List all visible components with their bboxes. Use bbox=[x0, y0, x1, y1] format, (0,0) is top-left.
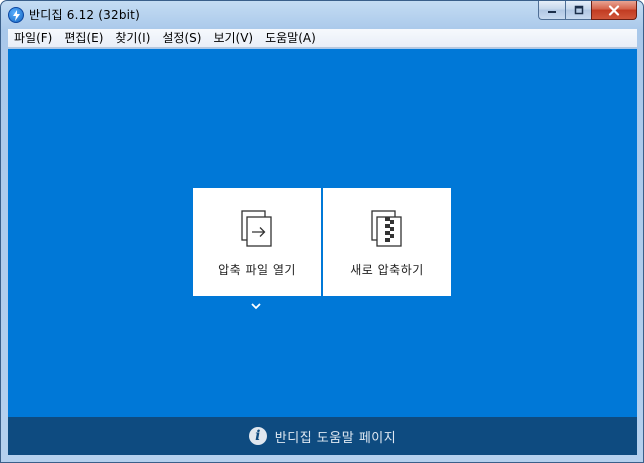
help-page-link[interactable]: i 반디집 도움말 페이지 bbox=[8, 417, 637, 455]
info-icon: i bbox=[248, 427, 267, 445]
menu-settings[interactable]: 설정(S) bbox=[156, 29, 207, 47]
menu-bar: 파일(F) 편집(E) 찾기(I) 설정(S) 보기(V) 도움말(A) bbox=[8, 29, 637, 48]
main-content: 압축 파일 열기 새로 압축하기 i 반디집 도움말 페이지 bbox=[8, 49, 637, 455]
open-archive-label: 압축 파일 열기 bbox=[218, 263, 296, 277]
window-title: 반디집 6.12 (32bit) bbox=[29, 8, 140, 22]
help-page-label: 반디집 도움말 페이지 bbox=[274, 430, 397, 446]
new-archive-label: 새로 압축하기 bbox=[350, 263, 424, 277]
minimize-button[interactable] bbox=[538, 1, 565, 20]
maximize-icon bbox=[574, 5, 583, 15]
maximize-button[interactable] bbox=[565, 1, 591, 20]
open-archive-button[interactable]: 압축 파일 열기 bbox=[193, 188, 321, 296]
close-icon bbox=[608, 4, 620, 16]
chevron-down-icon[interactable] bbox=[250, 302, 262, 310]
bandizip-app-icon[interactable] bbox=[8, 7, 24, 23]
close-button[interactable] bbox=[591, 1, 637, 20]
app-window: 반디집 6.12 (32bit) 파일(F) 편집(E) 찾기(I) 설정(S)… bbox=[0, 0, 644, 463]
minimize-icon bbox=[548, 11, 556, 13]
new-archive-icon bbox=[371, 210, 402, 247]
menu-file[interactable]: 파일(F) bbox=[8, 29, 58, 47]
caption-buttons bbox=[538, 1, 637, 21]
menu-help[interactable]: 도움말(A) bbox=[259, 29, 322, 47]
title-bar[interactable]: 반디집 6.12 (32bit) bbox=[1, 1, 643, 29]
menu-edit[interactable]: 편집(E) bbox=[58, 29, 109, 47]
new-archive-button[interactable]: 새로 압축하기 bbox=[323, 188, 451, 296]
menu-view[interactable]: 보기(V) bbox=[207, 29, 259, 47]
menu-find[interactable]: 찾기(I) bbox=[109, 29, 156, 47]
open-archive-icon bbox=[241, 210, 272, 247]
